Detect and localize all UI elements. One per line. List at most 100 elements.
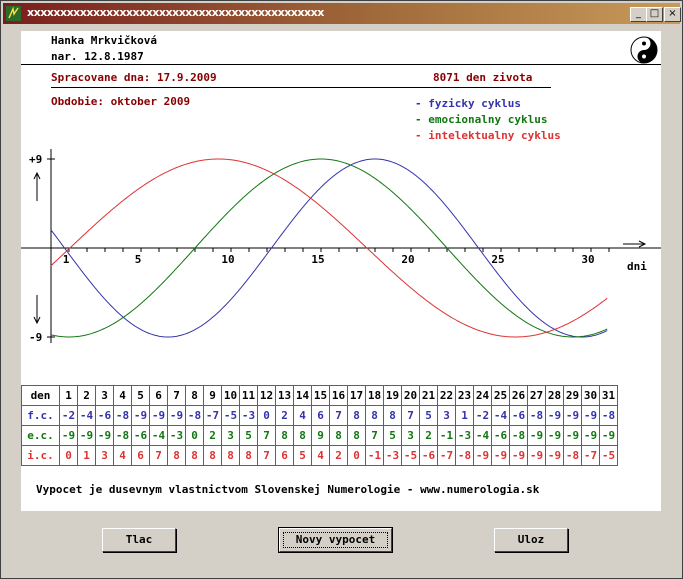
value-cell: -8 xyxy=(599,405,618,426)
table-header-row: den 1 2 3 4 5 6 7 8 9 10 11 12 13 14 15 16 17 18 19 20 21 22 23… xyxy=(21,385,618,406)
value-cell: 8 xyxy=(347,405,366,426)
print-button[interactable]: Tlac xyxy=(102,528,176,552)
value-cell: -8 xyxy=(113,405,132,426)
value-cell: 5 xyxy=(239,425,258,446)
day-header-cell: 8 xyxy=(185,385,204,406)
value-cell: -7 xyxy=(581,445,600,466)
value-cell: 8 xyxy=(293,425,312,446)
value-cell: -5 xyxy=(599,445,618,466)
value-cell: 0 xyxy=(257,405,276,426)
day-header-cell: 14 xyxy=(293,385,312,406)
value-cell: -4 xyxy=(149,425,168,446)
value-cell: 8 xyxy=(329,425,348,446)
value-cell: -4 xyxy=(77,405,96,426)
table-row: i.c. 0 1 3 4 6 7 8 8 8 8 8 7 6 5 4 2 0 -1 -3 -5 -6 -7 -8 -9 -9 -9-… xyxy=(21,445,618,466)
value-cell: 0 xyxy=(185,425,204,446)
day-header-cell: 23 xyxy=(455,385,474,406)
value-cell: 3 xyxy=(95,445,114,466)
x-tick-label-15: 15 xyxy=(311,253,324,266)
value-cell: 6 xyxy=(275,445,294,466)
day-header-cell: 1 xyxy=(59,385,78,406)
day-header-cell: 22 xyxy=(437,385,456,406)
value-cell: 3 xyxy=(221,425,240,446)
save-button[interactable]: Uloz xyxy=(494,528,568,552)
value-cell: -9 xyxy=(581,405,600,426)
day-header-cell: 12 xyxy=(257,385,276,406)
day-header-cell: 7 xyxy=(167,385,186,406)
day-header-cell: 10 xyxy=(221,385,240,406)
value-cell: 0 xyxy=(347,445,366,466)
value-cell: 8 xyxy=(275,425,294,446)
value-cell: -9 xyxy=(599,425,618,446)
close-button[interactable]: × xyxy=(664,7,681,22)
value-cell: -3 xyxy=(167,425,186,446)
biorhythm-chart: +9-91 5 10 15 20 25 30dni - fyzicky cyklus- em… xyxy=(21,97,661,344)
value-cell: 1 xyxy=(455,405,474,426)
value-cell: -1 xyxy=(437,425,456,446)
footer-text: Vypocet je dusevnym vlastnictvom Slovens… xyxy=(36,483,540,496)
minimize-button[interactable]: _ xyxy=(630,7,647,22)
day-header-cell: 28 xyxy=(545,385,564,406)
value-cell: -6 xyxy=(95,405,114,426)
save-button-label: Uloz xyxy=(517,533,545,546)
new-calculation-button[interactable]: Novy vypocet xyxy=(278,527,393,553)
value-cell: -2 xyxy=(59,405,78,426)
value-cell: -7 xyxy=(437,445,456,466)
day-header-cell: 5 xyxy=(131,385,150,406)
legend-item-0: - fyzicky cyklus xyxy=(415,97,521,110)
value-cell: 7 xyxy=(257,425,276,446)
value-cell: 7 xyxy=(329,405,348,426)
value-cell: -8 xyxy=(185,405,204,426)
x-tick-label-30: 30 xyxy=(581,253,594,266)
value-cell: -1 xyxy=(365,445,384,466)
x-tick-label-20: 20 xyxy=(401,253,414,266)
value-cell: 2 xyxy=(275,405,294,426)
value-cell: -9 xyxy=(149,405,168,426)
value-cell: 9 xyxy=(311,425,330,446)
day-header-cell: 15 xyxy=(311,385,330,406)
day-header-cell: 6 xyxy=(149,385,168,406)
x-tick-label-25: 25 xyxy=(491,253,504,266)
print-button-label: Tlac xyxy=(125,533,153,546)
title-bar[interactable]: xxxxxxxxxxxxxxxxxxxxxxxxxxxxxxxxxxxxxxxx… xyxy=(3,3,681,24)
day-header-cell: 19 xyxy=(383,385,402,406)
day-header-cell: 11 xyxy=(239,385,258,406)
table-row: e.c. -9 -9 -9 -8 -6 -4 -3 0 2 3 5 7 8 8 9 8 8 7 5 3 2 -1 -3 -4 -6… xyxy=(21,425,618,446)
value-cell: 3 xyxy=(437,405,456,426)
value-cell: 8 xyxy=(239,445,258,466)
value-cell: -9 xyxy=(563,405,582,426)
value-cell: 8 xyxy=(167,445,186,466)
value-cell: 3 xyxy=(401,425,420,446)
value-cell: -9 xyxy=(527,425,546,446)
value-cell: -8 xyxy=(113,425,132,446)
value-cell: 7 xyxy=(149,445,168,466)
value-cell: -9 xyxy=(581,425,600,446)
value-cell: -8 xyxy=(563,445,582,466)
value-cell: 6 xyxy=(311,405,330,426)
value-cell: -9 xyxy=(59,425,78,446)
value-cell: 8 xyxy=(365,405,384,426)
value-cell: 2 xyxy=(419,425,438,446)
value-cell: 8 xyxy=(203,445,222,466)
value-cell: -4 xyxy=(473,425,492,446)
value-cell: 5 xyxy=(419,405,438,426)
day-header-cell: 2 xyxy=(77,385,96,406)
value-cell: 8 xyxy=(383,405,402,426)
legend-item-2: - intelektualny cyklus xyxy=(415,129,561,142)
value-cell: 8 xyxy=(221,445,240,466)
value-cell: -6 xyxy=(419,445,438,466)
value-cell: -9 xyxy=(509,445,528,466)
day-header-cell: 30 xyxy=(581,385,600,406)
day-header-cell: 17 xyxy=(347,385,366,406)
chart-axes xyxy=(21,149,661,343)
value-cell: 2 xyxy=(329,445,348,466)
maximize-button[interactable]: □ xyxy=(646,7,663,22)
value-cell: 7 xyxy=(257,445,276,466)
day-header-cell: 16 xyxy=(329,385,348,406)
day-header-cell: 29 xyxy=(563,385,582,406)
x-tick-label-1: 1 xyxy=(63,253,70,266)
chart-legend: - fyzicky cyklus - emocionalny cyklus - in… xyxy=(415,97,561,142)
value-cell: -3 xyxy=(455,425,474,446)
value-cell: 5 xyxy=(383,425,402,446)
value-cell: 8 xyxy=(347,425,366,446)
